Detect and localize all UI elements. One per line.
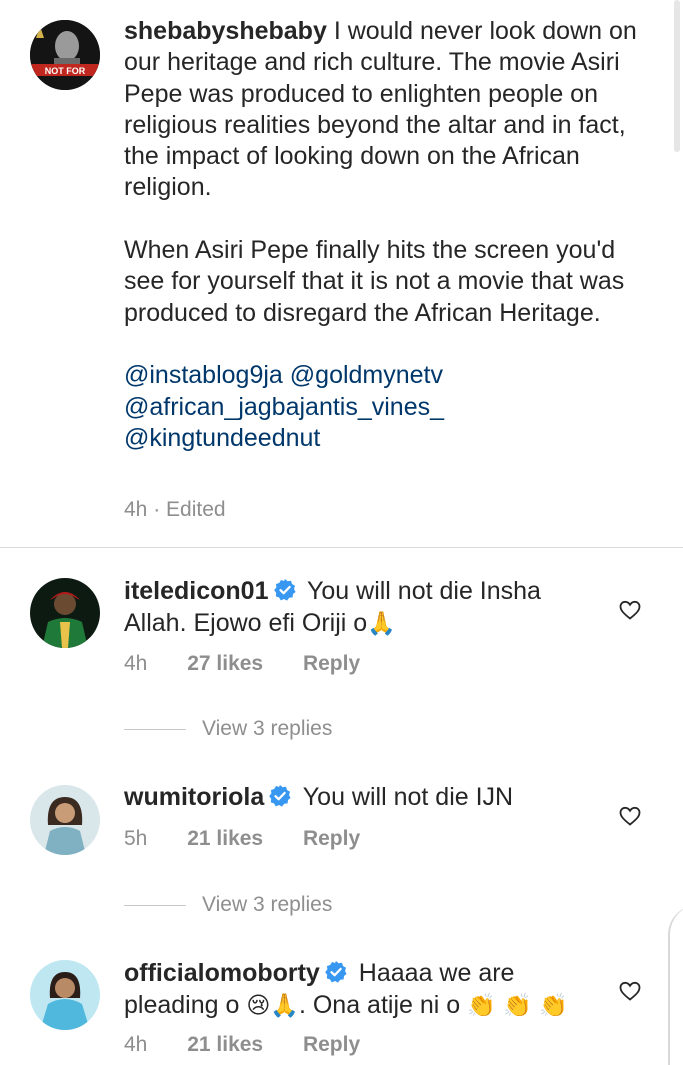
- caption: shebabyshebaby I would never look down o…: [124, 16, 644, 454]
- scrollbar[interactable]: [674, 0, 680, 152]
- comment-meta: 4h 21 likes Reply: [124, 1033, 360, 1057]
- caption-username[interactable]: shebabyshebaby: [124, 17, 327, 45]
- comment-avatar[interactable]: [30, 960, 100, 1030]
- reply-button[interactable]: Reply: [303, 827, 360, 850]
- heart-icon[interactable]: [618, 979, 642, 1003]
- comment-meta: 5h 21 likes Reply: [124, 827, 360, 851]
- heart-icon[interactable]: [618, 598, 642, 622]
- likes-count[interactable]: 27 likes: [187, 652, 263, 675]
- comment-meta: 4h 27 likes Reply: [124, 652, 360, 676]
- caption-meta: 4h · Edited: [124, 498, 226, 522]
- reply-button[interactable]: Reply: [303, 1033, 360, 1056]
- mention-link[interactable]: @kingtundeednut: [124, 424, 320, 452]
- comment: iteledicon01 You will not die Insha Alla…: [124, 575, 594, 640]
- avatar-image: NOT FOR: [30, 20, 100, 90]
- comment-time: 4h: [124, 652, 148, 675]
- view-replies-button[interactable]: View 3 replies: [124, 717, 332, 741]
- comment: officialomoborty Haaaa we are pleading o…: [124, 957, 594, 1022]
- caption-avatar[interactable]: NOT FOR: [30, 20, 100, 90]
- mention-link[interactable]: @african_jagbajantis_vines_: [124, 393, 444, 421]
- mention-link[interactable]: @goldmynetv: [290, 361, 443, 389]
- likes-count[interactable]: 21 likes: [187, 1033, 263, 1056]
- verified-badge-icon: [273, 579, 296, 601]
- caption-edited: · Edited: [153, 498, 226, 521]
- avatar-image: [30, 785, 100, 855]
- verified-badge-icon: [325, 961, 347, 983]
- comment-avatar[interactable]: [30, 578, 100, 648]
- reply-button[interactable]: Reply: [303, 652, 360, 675]
- comment-time: 4h: [124, 1033, 148, 1056]
- comment-avatar[interactable]: [30, 785, 100, 855]
- comment: wumitoriola You will not die IJN: [124, 781, 594, 813]
- view-replies-button[interactable]: View 3 replies: [124, 893, 332, 917]
- likes-count[interactable]: 21 likes: [187, 827, 263, 850]
- heart-icon[interactable]: [618, 804, 642, 828]
- avatar-image: [30, 960, 100, 1030]
- screen-edge: [668, 905, 683, 1065]
- avatar-image: [30, 578, 100, 648]
- pray-emoji: 🙏: [367, 611, 396, 637]
- verified-badge-icon: [269, 785, 291, 807]
- crying-pray-emoji: 😢🙏: [246, 993, 299, 1019]
- comment-username[interactable]: wumitoriola: [124, 783, 264, 811]
- caption-paragraph-2: When Asiri Pepe finally hits the screen …: [124, 236, 625, 327]
- comment-username[interactable]: officialomoborty: [124, 959, 320, 987]
- comment-time: 5h: [124, 827, 148, 850]
- clap-emoji: 👏 👏 👏: [467, 993, 568, 1019]
- divider: [0, 547, 683, 548]
- mention-link[interactable]: @instablog9ja: [124, 361, 283, 389]
- comment-username[interactable]: iteledicon01: [124, 577, 269, 605]
- avatar-badge-text: NOT FOR: [45, 66, 86, 76]
- comment-text: You will not die IJN: [302, 783, 514, 811]
- caption-time: 4h: [124, 498, 148, 521]
- comment-text-continued: . Ona atije ni o: [298, 991, 461, 1019]
- view-replies-label: View 3 replies: [202, 717, 333, 740]
- view-replies-label: View 3 replies: [202, 893, 333, 916]
